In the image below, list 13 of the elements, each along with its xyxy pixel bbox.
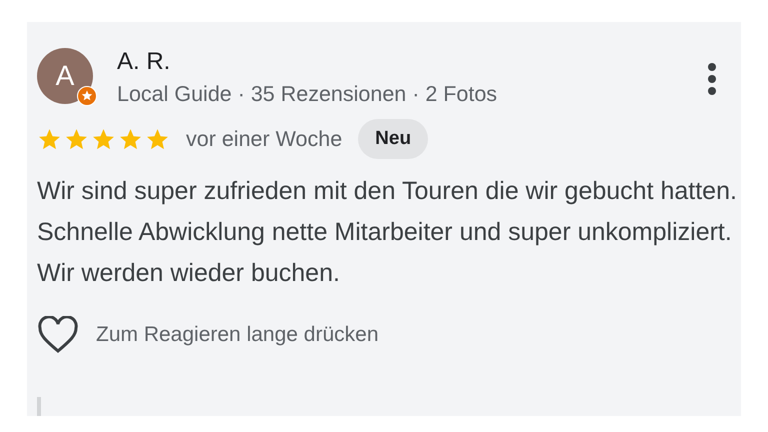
review-text: Wir sind super zufrieden mit den Touren die wir gebucht hatten. Schnelle Abwicklung nette Mitarbeiter und super unkompliziert. Wir werden wieder buchen.	[37, 176, 737, 289]
star-icon	[91, 126, 116, 152]
star-icon	[64, 126, 89, 152]
react-hint: Zum Reagieren lange drücken	[96, 323, 378, 347]
review-time: vor einer Woche	[186, 126, 342, 152]
heart-icon[interactable]	[37, 316, 79, 354]
new-badge: Neu	[358, 119, 428, 159]
more-options-icon[interactable]	[707, 62, 717, 96]
star-icon	[37, 126, 62, 152]
author-info: Local Guide · 35 Rezensionen · 2 Fotos	[117, 82, 498, 107]
star-icon	[118, 126, 143, 152]
author-name[interactable]: A. R.	[117, 48, 707, 76]
star-icon	[145, 126, 170, 152]
